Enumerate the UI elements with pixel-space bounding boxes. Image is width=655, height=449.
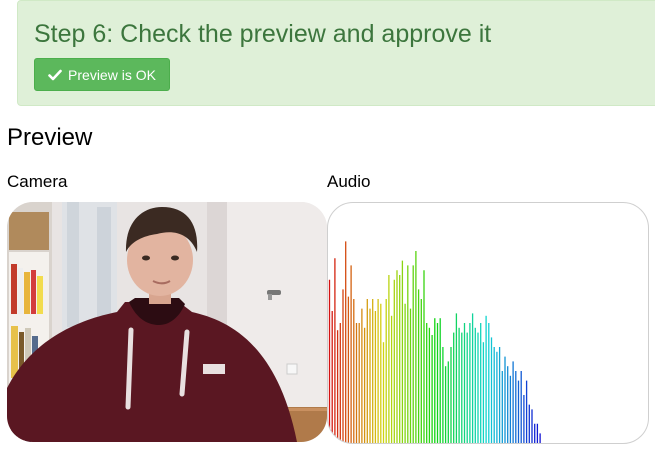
- step-title: Step 6: Check the preview and approve it: [34, 20, 492, 48]
- camera-preview: [7, 202, 327, 442]
- audio-label: Audio: [327, 172, 371, 191]
- step-panel: Step 6: Check the preview and approve it…: [17, 0, 655, 106]
- preview-heading: Preview: [7, 124, 93, 151]
- audio-spectrum: [327, 202, 649, 444]
- camera-label: Camera: [7, 172, 68, 191]
- checkmark-icon: [48, 69, 62, 80]
- preview-ok-label: Preview is OK: [68, 66, 156, 83]
- preview-ok-button[interactable]: Preview is OK: [34, 58, 170, 91]
